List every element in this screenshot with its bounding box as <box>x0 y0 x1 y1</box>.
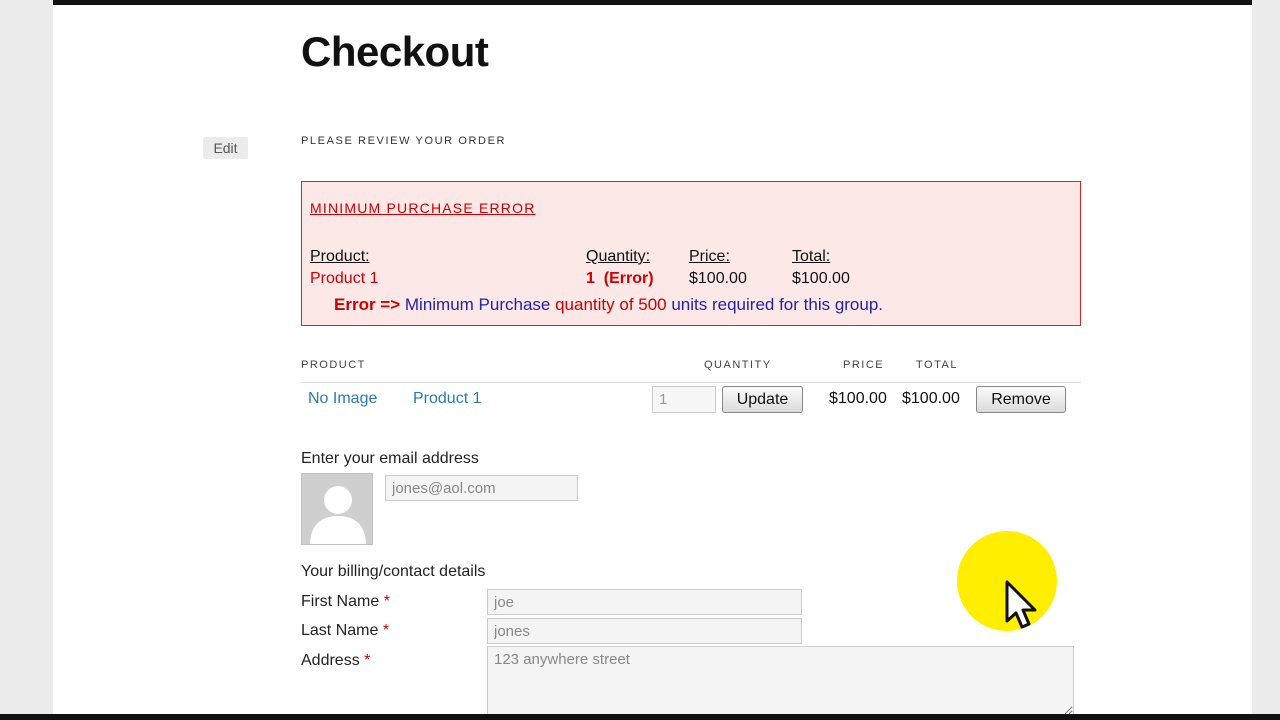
required-mark: * <box>382 622 390 639</box>
item-total: $100.00 <box>902 390 960 407</box>
error-message: Error => Minimum Purchase quantity of 50… <box>334 295 883 315</box>
cart-header-quantity: QUANTITY <box>704 359 772 371</box>
email-field[interactable] <box>385 475 578 501</box>
page-title: Checkout <box>301 28 489 75</box>
first-name-label-text: First Name <box>301 593 380 610</box>
address-label-text: Address <box>301 652 360 669</box>
last-name-label-text: Last Name <box>301 622 379 639</box>
product-image-link[interactable]: No Image <box>308 390 377 408</box>
error-row-total: $100.00 <box>792 270 850 287</box>
last-name-label: Last Name * <box>301 622 389 640</box>
last-name-field[interactable] <box>487 618 802 644</box>
error-header-price: Price: <box>689 248 730 265</box>
review-heading: PLEASE REVIEW YOUR ORDER <box>301 135 507 147</box>
minimum-purchase-error-box: MINIMUM PURCHASE ERROR Product: Quantity… <box>301 181 1081 326</box>
error-header-quantity: Quantity: <box>586 248 651 265</box>
first-name-label: First Name * <box>301 593 390 611</box>
cart-header-price: PRICE <box>843 359 885 371</box>
required-mark: * <box>383 593 390 610</box>
required-mark: * <box>364 652 371 669</box>
address-label: Address * <box>301 652 370 670</box>
product-name-link[interactable]: Product 1 <box>413 390 481 408</box>
cursor-highlight <box>956 530 1058 632</box>
avatar <box>301 473 373 545</box>
error-header-product: Product: <box>310 248 370 265</box>
email-label: Enter your email address <box>301 450 479 467</box>
user-silhouette-icon <box>302 474 372 544</box>
top-border <box>53 0 1252 5</box>
cart-header-total: TOTAL <box>916 359 958 371</box>
error-row-price: $100.00 <box>689 270 747 287</box>
error-message-part3: units required for this group. <box>666 295 884 314</box>
cart-divider <box>301 382 1081 383</box>
error-header-total: Total: <box>792 248 831 265</box>
error-message-part1: Minimum Purchase <box>400 295 556 314</box>
error-message-part2: quantity of 500 <box>555 295 667 314</box>
mouse-pointer-icon <box>957 531 1057 631</box>
error-row-quantity: 1 (Error) <box>586 270 654 287</box>
bottom-border <box>0 714 1280 720</box>
error-message-label: Error => <box>334 295 401 314</box>
update-button[interactable]: Update <box>722 386 803 413</box>
error-row-product: Product 1 <box>310 270 379 287</box>
billing-heading: Your billing/contact details <box>301 563 486 580</box>
cart-header-product: PRODUCT <box>301 359 366 371</box>
first-name-field[interactable] <box>487 589 802 615</box>
address-field[interactable]: 123 anywhere street <box>487 646 1074 716</box>
remove-button[interactable]: Remove <box>976 386 1066 413</box>
error-title[interactable]: MINIMUM PURCHASE ERROR <box>310 200 536 216</box>
item-price: $100.00 <box>829 390 887 407</box>
edit-button[interactable]: Edit <box>203 137 248 159</box>
quantity-input[interactable] <box>652 386 716 413</box>
